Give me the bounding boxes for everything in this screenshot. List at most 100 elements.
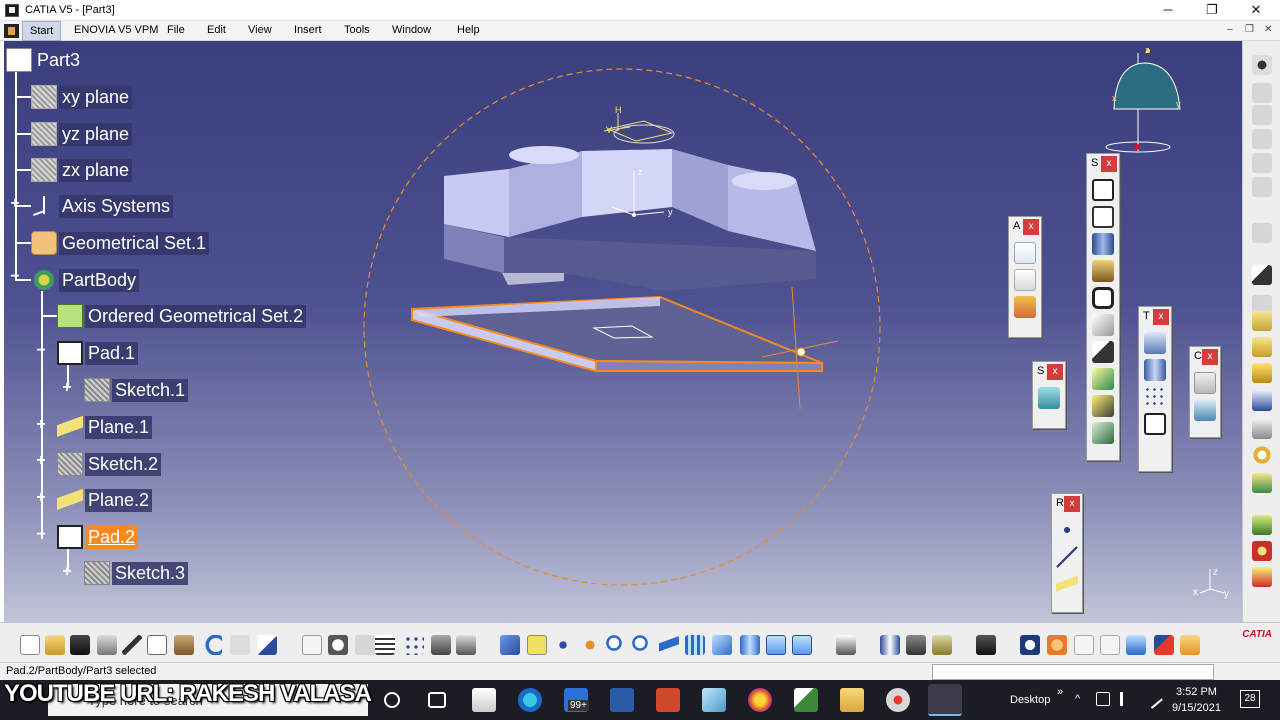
select-arrow-icon[interactable] (1252, 223, 1272, 243)
rectangular-pattern-icon[interactable] (1144, 386, 1166, 408)
notepad-icon[interactable] (794, 688, 818, 712)
menu-window[interactable]: Window (392, 24, 431, 36)
tree-node-geometrical-set-1[interactable]: Geometrical Set.1 (31, 231, 210, 255)
edge-browser-icon[interactable] (518, 688, 542, 712)
swap-visible-space-icon[interactable] (792, 635, 812, 655)
draft-icon[interactable] (1252, 391, 1272, 411)
print-icon[interactable] (97, 635, 117, 655)
update-icon[interactable] (836, 635, 856, 655)
compass-widget[interactable]: z x y (1105, 45, 1181, 153)
firefox-icon[interactable] (748, 688, 772, 712)
zoom-out-icon[interactable] (632, 635, 652, 655)
task-view-icon[interactable] (428, 692, 446, 708)
menu-insert[interactable]: Insert (294, 24, 322, 36)
tree-node-sketch-2[interactable]: Sketch.2 (57, 452, 162, 476)
tree-node-plane-2[interactable]: Plane.2 (57, 488, 153, 512)
paste-icon[interactable] (174, 635, 194, 655)
mirror-tool-icon[interactable] (1144, 359, 1166, 381)
disabled-tool-icon[interactable] (1252, 153, 1272, 173)
pad-1-solid[interactable] (444, 146, 816, 291)
measure-icon[interactable] (431, 635, 451, 655)
remove-face-icon[interactable] (1252, 473, 1272, 493)
normal-view-icon[interactable] (659, 635, 679, 655)
annotation-set-icon[interactable] (1014, 296, 1036, 318)
pad-2-solid[interactable] (411, 295, 823, 373)
powerpoint-icon[interactable] (656, 688, 680, 712)
dress-up-icon[interactable] (1252, 311, 1272, 331)
mdi-restore-button[interactable]: ❐ (1245, 24, 1254, 35)
boolean-icon[interactable] (1252, 515, 1272, 535)
expand-sketch-1-button[interactable]: + (60, 380, 74, 396)
toolbar-close-button[interactable]: x (1047, 364, 1063, 380)
tree-toggle-icon[interactable] (1154, 635, 1174, 655)
menu-start[interactable]: Start (22, 21, 62, 41)
multi-section-solid-icon[interactable] (1092, 395, 1114, 417)
disabled-tool-icon[interactable] (355, 635, 375, 655)
collapse-partbody-button[interactable]: − (8, 269, 22, 285)
cortana-icon[interactable] (384, 692, 400, 708)
annotations-toolbar[interactable]: A x (1008, 216, 1042, 338)
shading-icon[interactable] (740, 635, 760, 655)
catia-taskbar-button[interactable] (928, 684, 962, 716)
tree-node-sketch-3[interactable]: Sketch.3 (84, 561, 189, 585)
toolbar-header[interactable]: S x (1087, 154, 1119, 174)
add-body-icon[interactable] (1252, 567, 1272, 587)
view-orientation-icon[interactable] (1074, 635, 1094, 655)
menu-enovia[interactable]: ENOVIA V5 VPM (74, 24, 158, 36)
catalog-icon[interactable] (404, 635, 424, 655)
power-input-field[interactable] (932, 664, 1214, 680)
save-icon[interactable] (70, 635, 90, 655)
sketch-based-features-toolbar[interactable]: S x (1086, 153, 1120, 461)
zoom-in-icon[interactable] (606, 635, 626, 655)
thread-icon[interactable] (1252, 445, 1272, 465)
split-tool-icon[interactable] (1038, 387, 1060, 409)
tree-node-xy-plane[interactable]: xy plane (31, 85, 133, 109)
chamfer-icon[interactable] (1252, 363, 1272, 383)
assemble-icon[interactable] (1252, 541, 1272, 561)
tree-node-pad-2[interactable]: Pad.2 (57, 525, 139, 549)
toolbar-close-button[interactable]: x (1153, 309, 1169, 325)
scale-icon[interactable] (1100, 635, 1120, 655)
new-document-icon[interactable] (20, 635, 40, 655)
app-icon[interactable] (702, 688, 726, 712)
minimize-button[interactable]: ─ (1146, 0, 1190, 21)
menu-view[interactable]: View (248, 24, 272, 36)
multi-view-icon[interactable] (685, 635, 705, 655)
tree-node-sketch-1[interactable]: Sketch.1 (84, 378, 189, 402)
toolbar-close-button[interactable]: x (1023, 219, 1039, 235)
text-icon[interactable] (1014, 242, 1036, 264)
toolbar-header[interactable]: S x (1033, 362, 1065, 382)
disabled-tool-icon[interactable] (1252, 129, 1272, 149)
plane-tool-icon[interactable] (1056, 573, 1078, 595)
hide-show-icon[interactable] (766, 635, 786, 655)
whats-this-icon[interactable] (257, 635, 277, 655)
tree-node-plane-1[interactable]: Plane.1 (57, 415, 153, 439)
expand-sketch-3-button[interactable]: + (60, 564, 74, 580)
clock-date[interactable]: 9/15/2021 (1172, 702, 1221, 714)
expand-axis-systems-button[interactable]: + (8, 196, 22, 212)
reference-elements-toolbar[interactable]: R x (1051, 493, 1083, 613)
expand-plane-2-button[interactable]: + (34, 490, 48, 506)
clock-time[interactable]: 3:52 PM (1176, 686, 1217, 698)
expand-plane-1-button[interactable]: + (34, 417, 48, 433)
redo-icon[interactable] (230, 635, 250, 655)
groove-tool-icon[interactable] (1092, 260, 1114, 282)
pan-icon[interactable] (553, 635, 573, 655)
disabled-tool-icon[interactable] (1252, 105, 1272, 125)
restore-button[interactable]: ❐ (1190, 0, 1234, 21)
desktop-toolbar-label[interactable]: Desktop (1010, 694, 1050, 706)
network-icon[interactable] (1096, 692, 1110, 706)
toolbar-header[interactable]: T x (1139, 307, 1171, 327)
sketch-tool-icon[interactable] (1252, 265, 1272, 285)
fillet-icon[interactable] (1252, 337, 1272, 357)
tree-node-pad-1[interactable]: Pad.1 (57, 341, 139, 365)
menu-help[interactable]: Help (457, 24, 480, 36)
constraint-tool-icon[interactable] (1194, 372, 1216, 394)
hand-icon[interactable] (1047, 635, 1067, 655)
scaling-tool-icon[interactable] (1144, 413, 1166, 435)
close-button[interactable]: ✕ (1234, 0, 1278, 21)
fly-mode-icon[interactable] (500, 635, 520, 655)
undo-icon[interactable] (202, 635, 222, 655)
toolbar-close-button[interactable]: x (1202, 349, 1218, 365)
constraint-icon[interactable] (906, 635, 926, 655)
